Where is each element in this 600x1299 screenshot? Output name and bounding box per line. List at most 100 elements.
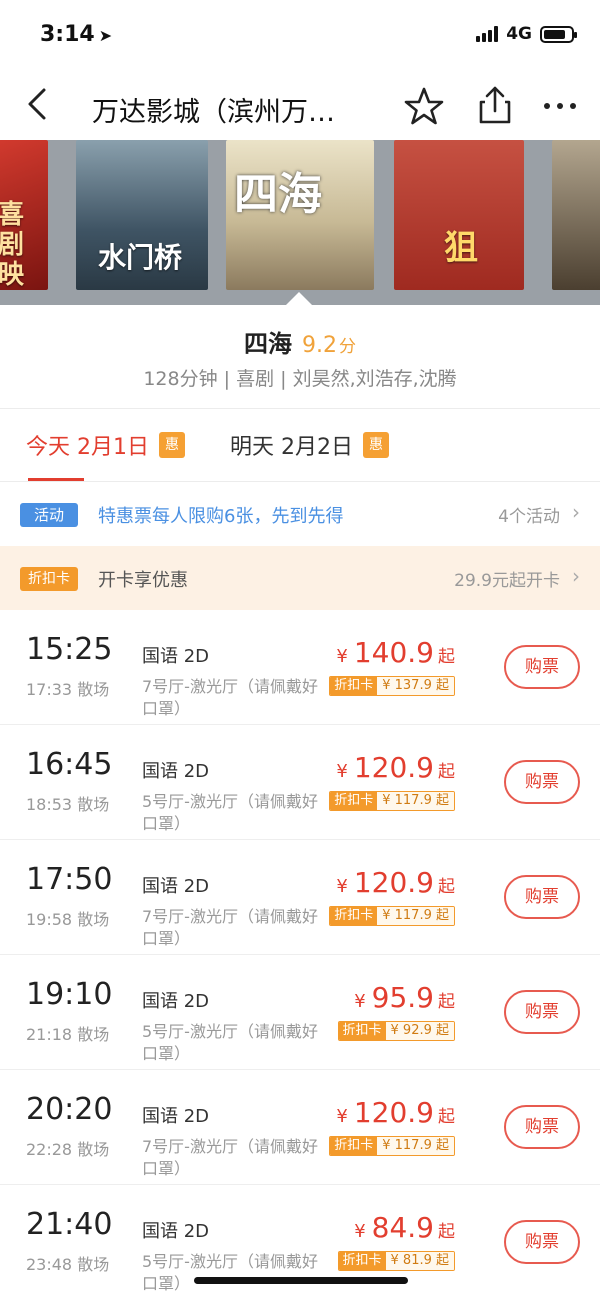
poster-4[interactable]: [552, 140, 600, 290]
buy-ticket-button[interactable]: 购票: [504, 645, 580, 689]
language-format: 国语 2D: [142, 1106, 210, 1127]
card-price-value: ¥ 117.9 起: [377, 907, 454, 925]
showtime-row[interactable]: 15:25 17:33 散场 国语 2D 7号厅-激光厅（请佩戴好口罩） ¥14…: [0, 610, 600, 725]
card-price: 29.9元起开卡: [454, 571, 560, 591]
movie-score-unit: 分: [339, 337, 356, 357]
price-suffix: 起: [438, 992, 455, 1012]
showtime-row[interactable]: 16:45 18:53 散场 国语 2D 5号厅-激光厅（请佩戴好口罩） ¥12…: [0, 725, 600, 840]
showtime-row[interactable]: 20:20 22:28 散场 国语 2D 7号厅-激光厅（请佩戴好口罩） ¥12…: [0, 1070, 600, 1185]
card-text: 开卡享优惠: [98, 570, 188, 591]
poster-1[interactable]: 水门桥: [76, 140, 208, 290]
nav-bar: 万达影城（滨州万…: [0, 70, 600, 142]
price-suffix: 起: [438, 877, 455, 897]
price-amount: 120.9: [353, 1096, 434, 1129]
currency-symbol: ¥: [336, 646, 348, 667]
start-time: 19:10: [26, 977, 113, 1012]
tab-tomorrow[interactable]: 明天 2月2日 惠: [230, 429, 389, 461]
promo-row[interactable]: 活动 特惠票每人限购6张，先到先得 4个活动 ›: [0, 482, 600, 546]
showtime-row[interactable]: 17:50 19:58 散场 国语 2D 7号厅-激光厅（请佩戴好口罩） ¥12…: [0, 840, 600, 955]
promo-text: 特惠票每人限购6张，先到先得: [98, 506, 344, 527]
back-arrow-icon: [28, 88, 46, 120]
tab-today[interactable]: 今天 2月1日 惠: [26, 429, 185, 461]
start-time: 16:45: [26, 747, 113, 782]
hall-name: 5号厅-激光厅（请佩戴好口罩）: [142, 1022, 318, 1063]
buy-ticket-button[interactable]: 购票: [504, 760, 580, 804]
start-time: 20:20: [26, 1092, 113, 1127]
battery-icon: [540, 25, 577, 43]
showtime-list: 15:25 17:33 散场 国语 2D 7号厅-激光厅（请佩戴好口罩） ¥14…: [0, 610, 600, 1299]
hall-name: 7号厅-激光厅（请佩戴好口罩）: [142, 1137, 318, 1178]
hall-name: 7号厅-激光厅（请佩戴好口罩）: [142, 677, 318, 718]
clock: 3:14: [40, 22, 95, 47]
hall-name: 5号厅-激光厅（请佩戴好口罩）: [142, 792, 318, 833]
poster-2[interactable]: 四海: [226, 140, 374, 290]
card-price-tag: 折扣卡 ¥ 81.9 起: [337, 1251, 455, 1271]
share-icon: [479, 86, 511, 124]
hall-name: 5号厅-激光厅（请佩戴好口罩）: [142, 1252, 318, 1293]
card-price-value: ¥ 117.9 起: [377, 792, 454, 810]
card-price-value: ¥ 117.9 起: [377, 1137, 454, 1155]
price: ¥120.9 起: [336, 1096, 455, 1129]
end-time: 23:48 散场: [26, 1255, 110, 1274]
location-arrow-icon: ➤: [98, 26, 113, 45]
status-indicators: 4G: [476, 24, 577, 44]
status-bar: 3:14 ➤ 4G: [0, 0, 600, 70]
start-time: 21:40: [26, 1207, 113, 1242]
movie-title: 四海: [244, 330, 292, 358]
buy-ticket-button[interactable]: 购票: [504, 1105, 580, 1149]
signal-icon: [476, 26, 499, 42]
tab-tomorrow-label: 明天 2月2日: [230, 435, 353, 460]
promo-count: 4个活动: [498, 507, 560, 527]
price-amount: 140.9: [353, 636, 434, 669]
price-amount: 95.9: [371, 981, 434, 1014]
chevron-right-icon: ›: [572, 564, 580, 588]
star-icon: [404, 87, 444, 125]
price-suffix: 起: [438, 1107, 455, 1127]
favorite-button[interactable]: [402, 86, 446, 126]
more-button[interactable]: [544, 98, 584, 114]
page-title: 万达影城（滨州万…: [92, 97, 335, 128]
card-price-tag: 折扣卡 ¥ 92.9 起: [337, 1021, 455, 1041]
language-format: 国语 2D: [142, 876, 210, 897]
language-format: 国语 2D: [142, 646, 210, 667]
price-suffix: 起: [438, 762, 455, 782]
promo-badge: 活动: [20, 503, 78, 527]
price: ¥120.9 起: [336, 751, 455, 784]
price-suffix: 起: [438, 647, 455, 667]
poster-selected-caret: [285, 292, 313, 306]
buy-ticket-button[interactable]: 购票: [504, 875, 580, 919]
card-badge: 折扣卡: [20, 567, 78, 591]
status-time: 3:14 ➤: [40, 22, 112, 47]
currency-symbol: ¥: [354, 1221, 366, 1242]
date-tabs: 今天 2月1日 惠 明天 2月2日 惠: [0, 409, 600, 481]
card-price-tag: 折扣卡 ¥ 137.9 起: [329, 676, 455, 696]
poster-3[interactable]: 狙: [394, 140, 524, 290]
showtime-row[interactable]: 19:10 21:18 散场 国语 2D 5号厅-激光厅（请佩戴好口罩） ¥95…: [0, 955, 600, 1070]
more-dot-icon: [557, 103, 563, 109]
discount-card-row[interactable]: 折扣卡 开卡享优惠 29.9元起开卡 ›: [0, 546, 600, 610]
language-format: 国语 2D: [142, 761, 210, 782]
price-suffix: 起: [438, 1222, 455, 1242]
movie-score: 9.2: [302, 333, 337, 358]
buy-ticket-button[interactable]: 购票: [504, 1220, 580, 1264]
language-format: 国语 2D: [142, 1221, 210, 1242]
movie-title-row: 四海 9.2 分: [0, 324, 600, 359]
buy-ticket-button[interactable]: 购票: [504, 990, 580, 1034]
poster-carousel[interactable]: 喜剧映 水门桥 四海 狙: [0, 140, 600, 305]
price: ¥120.9 起: [336, 866, 455, 899]
poster-0[interactable]: 喜剧映: [0, 140, 48, 290]
poster-title: 四海: [234, 169, 322, 220]
back-button[interactable]: [24, 84, 64, 128]
chevron-right-icon: ›: [572, 500, 580, 524]
price-amount: 120.9: [353, 866, 434, 899]
card-price-value: ¥ 92.9 起: [385, 1022, 454, 1040]
share-button[interactable]: [474, 84, 516, 126]
language-format: 国语 2D: [142, 991, 210, 1012]
home-indicator[interactable]: [194, 1277, 408, 1284]
price: ¥84.9 起: [354, 1211, 455, 1244]
card-label: 折扣卡: [330, 1137, 378, 1155]
hall-name: 7号厅-激光厅（请佩戴好口罩）: [142, 907, 318, 948]
price-amount: 84.9: [371, 1211, 434, 1244]
card-price-value: ¥ 81.9 起: [385, 1252, 454, 1270]
card-label: 折扣卡: [338, 1252, 386, 1270]
